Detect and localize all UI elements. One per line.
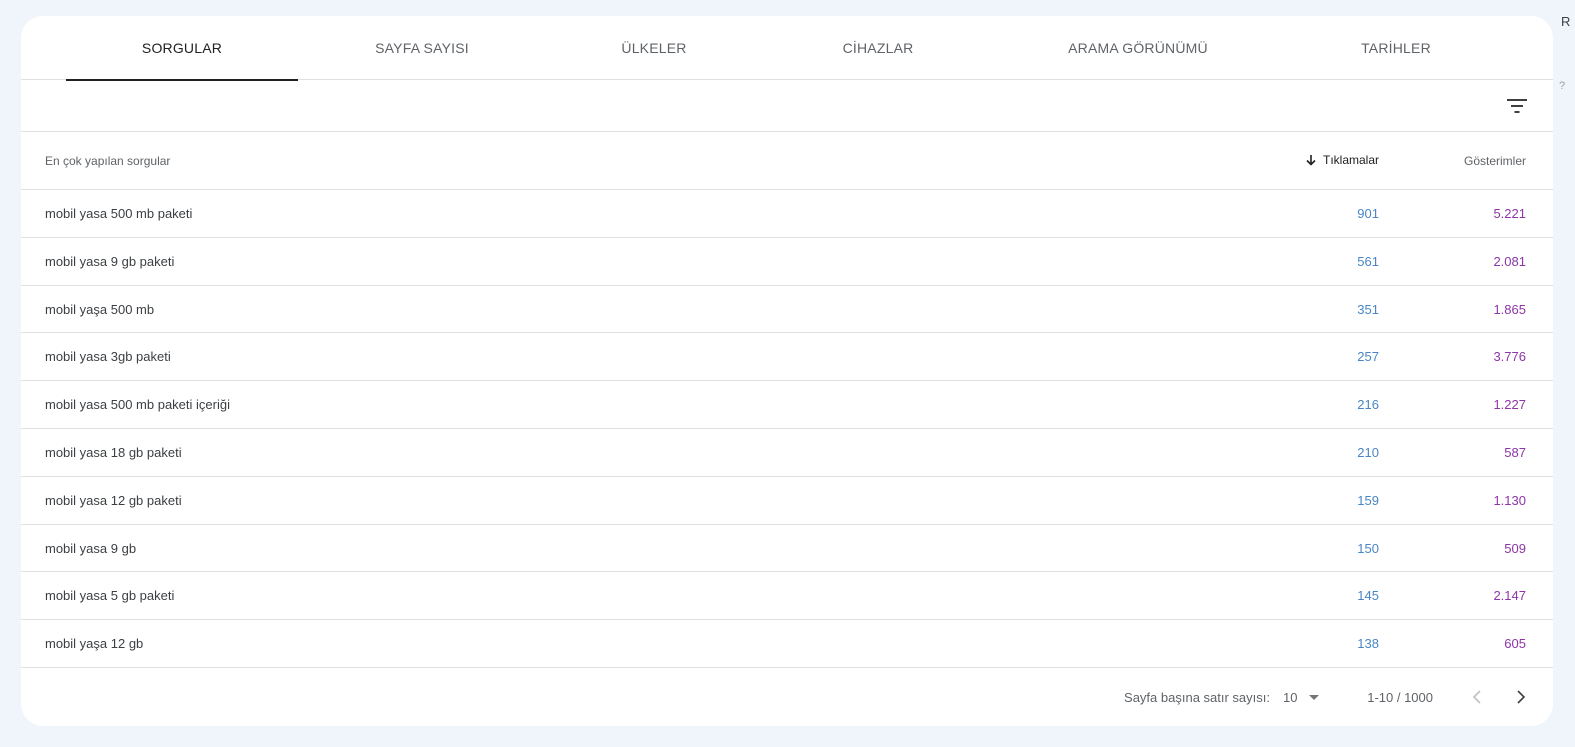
header-impressions[interactable]: Gösterimler: [1464, 154, 1526, 168]
table-header: En çok yapılan sorgular Tıklamalar Göste…: [21, 132, 1553, 190]
table-row[interactable]: mobil yasa 9 gb 150 509: [21, 525, 1553, 573]
table-toolbar: [21, 80, 1553, 132]
filter-icon: [1507, 99, 1527, 113]
table-row[interactable]: mobil yasa 18 gb paketi 210 587: [21, 429, 1553, 477]
tab-pages[interactable]: SAYFA SAYISI: [304, 16, 540, 80]
impressions-cell: 2.147: [1493, 588, 1526, 604]
chevron-left-icon: [1472, 690, 1481, 704]
header-clicks-sort[interactable]: Tıklamalar: [1305, 153, 1379, 167]
clicks-cell: 145: [1357, 588, 1379, 604]
table-body: mobil yasa 500 mb paketi 901 5.221 mobil…: [21, 190, 1553, 668]
table-row[interactable]: mobil yasa 9 gb paketi 561 2.081: [21, 238, 1553, 286]
rows-per-page-label: Sayfa başına satır sayısı:: [1124, 690, 1270, 705]
impressions-cell: 3.776: [1493, 349, 1526, 365]
clicks-cell: 257: [1357, 349, 1379, 365]
query-cell: mobil yasa 3gb paketi: [45, 349, 171, 365]
impressions-cell: 5.221: [1493, 206, 1526, 221]
previous-page-button[interactable]: [1462, 682, 1492, 712]
rows-per-page-select[interactable]: 10: [1283, 682, 1335, 712]
header-queries: En çok yapılan sorgular: [45, 154, 171, 168]
rows-per-page-value: 10: [1283, 689, 1298, 705]
query-cell: mobil yaşa 500 mb: [45, 301, 155, 317]
query-cell: mobil yasa 9 gb: [45, 540, 137, 556]
next-page-button[interactable]: [1506, 682, 1536, 712]
clicks-cell: 901: [1357, 206, 1379, 221]
arrow-down-icon: [1306, 155, 1316, 166]
pagination-bar: Sayfa başına satır sayısı: 10 1-10 / 100…: [21, 668, 1553, 726]
table-row[interactable]: mobil yaşa 12 gb 138 605: [21, 620, 1553, 668]
performance-table-card: SORGULAR SAYFA SAYISI ÜLKELER CİHAZLAR A…: [21, 16, 1553, 726]
edge-partial-text: R: [1561, 14, 1571, 29]
impressions-cell: 1.130: [1493, 492, 1526, 508]
query-cell: mobil yasa 9 gb paketi: [45, 253, 175, 269]
query-cell: mobil yasa 18 gb paketi: [45, 444, 182, 460]
impressions-cell: 587: [1504, 444, 1526, 460]
tab-devices[interactable]: CİHAZLAR: [763, 16, 993, 80]
edge-partial-icon: ?: [1559, 80, 1566, 92]
table-row[interactable]: mobil yasa 500 mb paketi içeriği 216 1.2…: [21, 381, 1553, 429]
table-row[interactable]: mobil yasa 500 mb paketi 901 5.221: [21, 190, 1553, 238]
query-cell: mobil yasa 12 gb paketi: [45, 492, 182, 508]
query-cell: mobil yasa 500 mb paketi içeriği: [45, 397, 230, 413]
dropdown-caret-icon: [1309, 694, 1320, 700]
table-row[interactable]: mobil yasa 3gb paketi 257 3.776: [21, 333, 1553, 382]
impressions-cell: 509: [1504, 540, 1526, 556]
query-cell: mobil yasa 5 gb paketi: [45, 588, 175, 604]
query-cell: mobil yasa 500 mb paketi: [45, 206, 193, 221]
clicks-cell: 351: [1357, 301, 1379, 317]
impressions-cell: 1.865: [1493, 301, 1526, 317]
clicks-cell: 561: [1357, 253, 1379, 269]
pagination-range: 1-10 / 1000: [1367, 690, 1433, 705]
query-cell: mobil yaşa 12 gb: [45, 636, 144, 652]
clicks-cell: 150: [1357, 540, 1379, 556]
clicks-cell: 159: [1357, 492, 1379, 508]
chevron-right-icon: [1517, 690, 1526, 704]
tab-search-appearance[interactable]: ARAMA GÖRÜNÜMÜ: [1021, 16, 1255, 80]
tab-dates[interactable]: TARİHLER: [1281, 16, 1511, 80]
tab-countries[interactable]: ÜLKELER: [539, 16, 769, 80]
table-row[interactable]: mobil yasa 12 gb paketi 159 1.130: [21, 477, 1553, 525]
clicks-cell: 138: [1357, 636, 1379, 652]
filter-button[interactable]: [1503, 92, 1531, 120]
impressions-cell: 2.081: [1493, 253, 1526, 269]
impressions-cell: 1.227: [1493, 397, 1526, 413]
tab-queries[interactable]: SORGULAR: [66, 16, 298, 81]
header-clicks-label: Tıklamalar: [1322, 153, 1379, 167]
impressions-cell: 605: [1504, 636, 1526, 652]
table-row[interactable]: mobil yaşa 500 mb 351 1.865: [21, 286, 1553, 334]
clicks-cell: 216: [1357, 397, 1379, 413]
tab-bar: SORGULAR SAYFA SAYISI ÜLKELER CİHAZLAR A…: [21, 16, 1553, 81]
clicks-cell: 210: [1357, 444, 1379, 460]
table-row[interactable]: mobil yasa 5 gb paketi 145 2.147: [21, 572, 1553, 621]
